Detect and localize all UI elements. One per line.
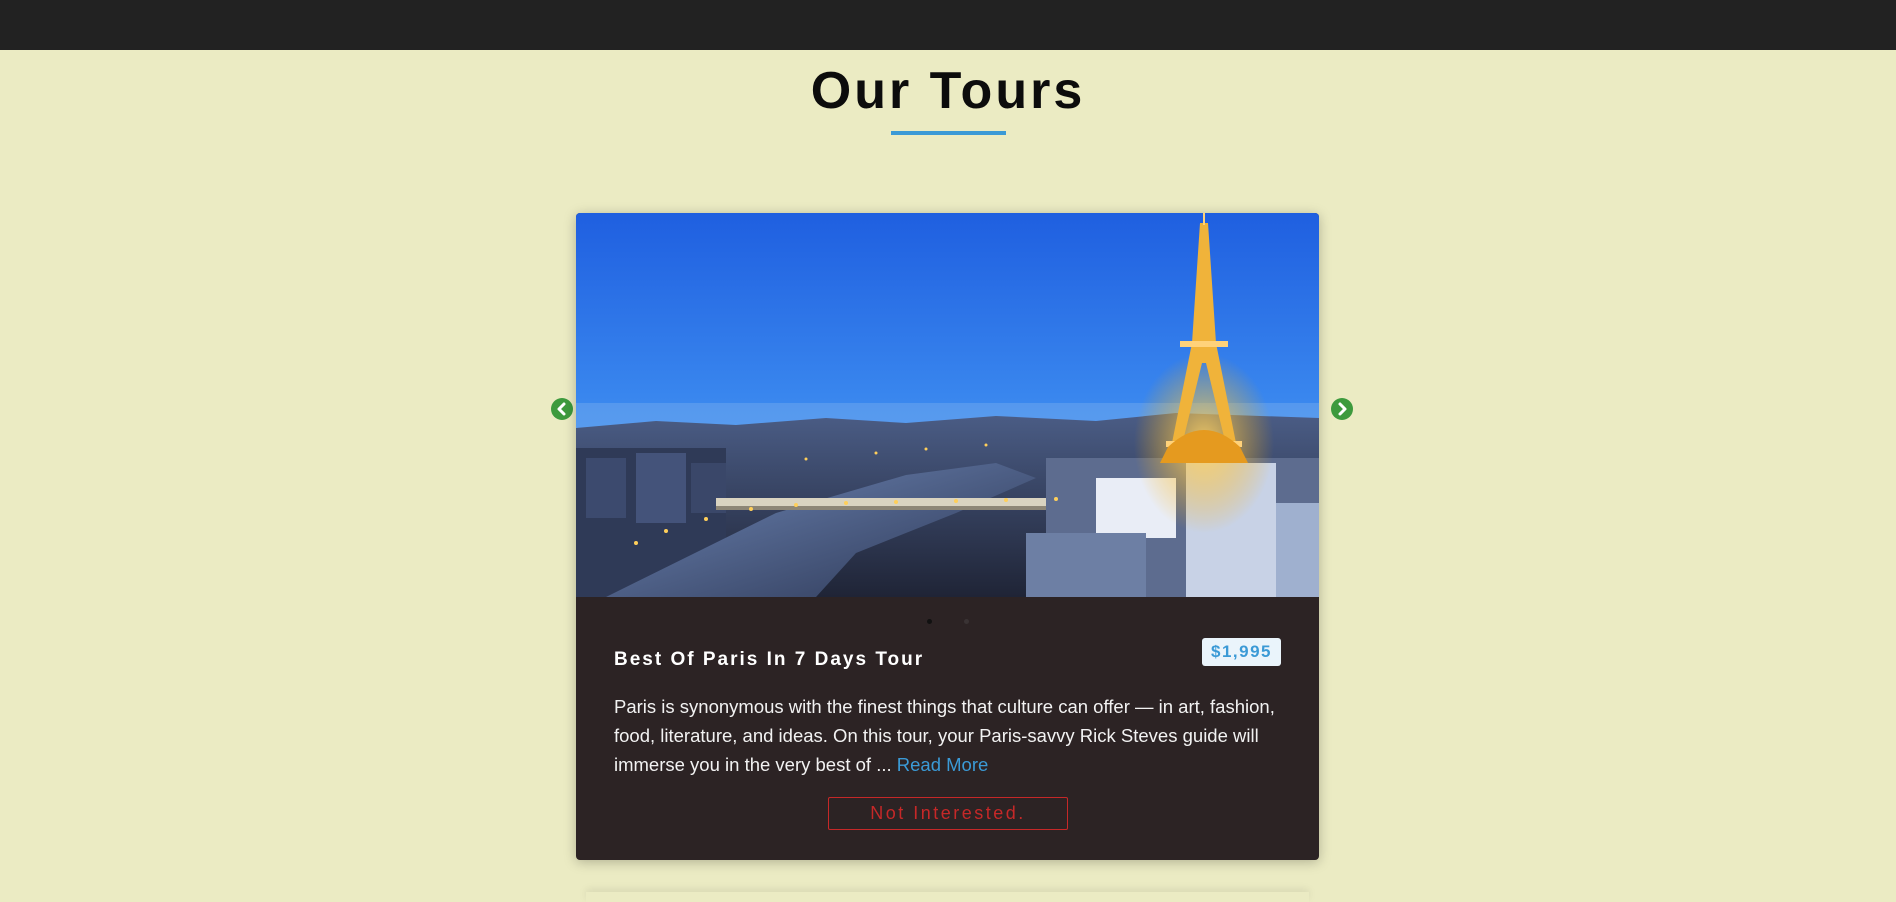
next-card-edge — [586, 892, 1309, 902]
section-header: Our Tours — [0, 56, 1896, 135]
carousel-prev-button[interactable] — [551, 398, 573, 420]
read-more-link[interactable]: Read More — [897, 754, 989, 775]
tour-description: Paris is synonymous with the finest thin… — [614, 692, 1284, 779]
tour-card: Best Of Paris In 7 Days Tour $1,995 Pari… — [576, 213, 1319, 860]
page-title: Our Tours — [810, 62, 1086, 120]
not-interested-button[interactable]: Not Interested. — [828, 797, 1068, 830]
chevron-right-icon — [1338, 402, 1347, 416]
carousel-next-button[interactable] — [1331, 398, 1353, 420]
tour-name: Best Of Paris In 7 Days Tour — [614, 649, 925, 670]
top-navbar — [0, 0, 1896, 50]
title-underline — [890, 131, 1006, 135]
carousel-dots — [576, 619, 1319, 624]
tour-image — [576, 213, 1319, 597]
carousel-dot[interactable] — [926, 619, 932, 624]
price-badge: $1,995 — [1202, 638, 1281, 666]
chevron-left-icon — [557, 402, 566, 416]
carousel-dot[interactable] — [963, 619, 969, 624]
